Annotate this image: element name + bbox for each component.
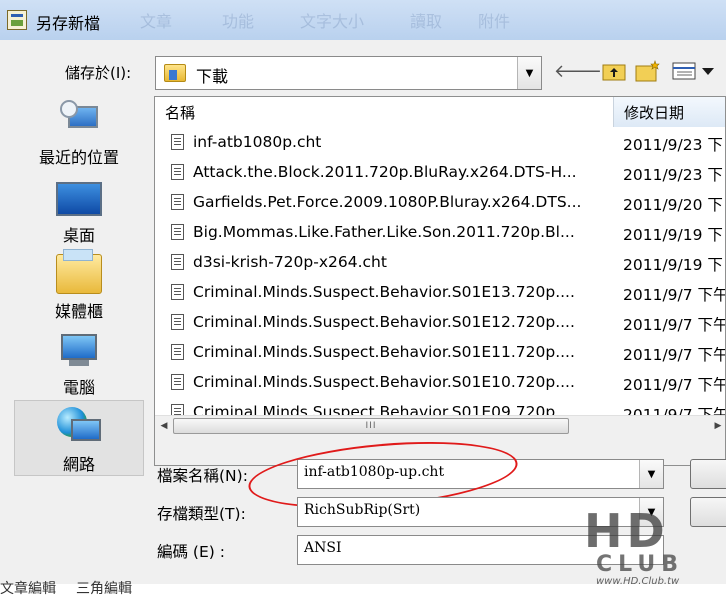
file-row[interactable]: Criminal.Minds.Suspect.Behavior.S01E13.7…: [155, 277, 726, 307]
background-tab: 文章編輯: [0, 581, 56, 595]
file-name: d3si-krish-720p-x264.cht: [193, 253, 387, 271]
new-folder-icon[interactable]: [634, 60, 662, 82]
save-in-value: 下載: [196, 67, 229, 86]
file-name: inf-atb1080p.cht: [193, 133, 322, 151]
file-row[interactable]: inf-atb1080p.cht 2011/9/23 下: [155, 127, 725, 157]
chevron-down-icon[interactable]: ▼: [639, 460, 663, 488]
file-name: Big.Mommas.Like.Father.Like.Son.2011.720…: [193, 223, 575, 241]
file-icon: [171, 404, 184, 415]
file-icon: [171, 314, 184, 330]
place-label: 網路: [62, 455, 95, 474]
file-name: Criminal.Minds.Suspect.Behavior.S01E12.7…: [193, 313, 575, 331]
place-network[interactable]: 網路: [14, 400, 144, 476]
hdclub-watermark: HD CLUB www.HD.Club.tw: [582, 504, 726, 590]
file-name: Attack.the.Block.2011.720p.BluRay.x264.D…: [193, 163, 577, 181]
background-tab: 三角編輯: [76, 581, 132, 595]
file-date: 2011/9/20 下: [623, 196, 723, 214]
computer-icon: [59, 334, 99, 368]
place-desktop[interactable]: 桌面: [14, 172, 144, 248]
file-date: 2011/9/19 下: [623, 256, 723, 274]
save-in-dropdown[interactable]: 下載 ▼: [155, 56, 542, 90]
file-icon: [171, 284, 184, 300]
filetype-label: 存檔類型(T):: [157, 505, 246, 523]
encoding-value: ANSI: [304, 540, 342, 556]
filename-label: 檔案名稱(N):: [157, 467, 248, 485]
file-icon: [171, 254, 184, 270]
file-row[interactable]: Criminal.Minds.Suspect.Behavior.S01E11.7…: [155, 337, 726, 367]
scroll-left-icon[interactable]: ◀: [155, 416, 173, 436]
chevron-down-icon[interactable]: ▼: [517, 57, 541, 89]
file-row[interactable]: Garfields.Pet.Force.2009.1080P.Bluray.x2…: [155, 187, 725, 217]
up-folder-icon[interactable]: [600, 60, 628, 82]
file-row[interactable]: Criminal.Minds.Suspect.Behavior.S01E12.7…: [155, 307, 726, 337]
desktop-icon: [56, 182, 102, 216]
column-header-date[interactable]: 修改日期: [613, 97, 725, 127]
file-icon: [171, 164, 184, 180]
file-date: 2011/9/23 下: [623, 166, 723, 184]
scrollbar-thumb[interactable]: III: [173, 418, 569, 434]
file-icon: [171, 344, 184, 360]
file-icon: [171, 374, 184, 390]
filetype-value: RichSubRip(Srt): [304, 502, 421, 518]
file-date: 2011/9/7 下午: [623, 406, 726, 415]
background-menu-text: 文章: [140, 12, 173, 31]
file-date: 2011/9/7 下午: [623, 376, 726, 394]
watermark-hd-text: HD: [584, 504, 669, 558]
file-icon: [171, 194, 184, 210]
window-title: 另存新檔: [36, 14, 101, 33]
libraries-icon: [56, 249, 102, 294]
file-row[interactable]: d3si-krish-720p-x264.cht 2011/9/19 下: [155, 247, 725, 277]
file-name: Criminal.Minds.Suspect.Behavior.S01E11.7…: [193, 343, 575, 361]
view-menu-icon[interactable]: [670, 60, 718, 82]
place-recent[interactable]: 最近的位置: [14, 92, 144, 168]
file-row[interactable]: Criminal.Minds.Suspect.Behavior.S01E09.7…: [155, 397, 726, 415]
place-label: 媒體櫃: [54, 302, 103, 321]
file-name: Garfields.Pet.Force.2009.1080P.Bluray.x2…: [193, 193, 582, 211]
watermark-club-text: CLUB: [596, 552, 685, 577]
file-date: 2011/9/7 下午: [623, 346, 726, 364]
place-label: 最近的位置: [38, 148, 119, 167]
horizontal-scrollbar[interactable]: ◀ III ▶: [155, 415, 725, 436]
save-in-label: 儲存於(I):: [65, 64, 132, 82]
background-menu-text: 功能: [222, 12, 255, 31]
recent-places-icon: [60, 100, 98, 134]
file-list[interactable]: 名稱 修改日期 inf-atb1080p.cht 2011/9/23 下 Atta…: [154, 96, 726, 466]
file-date: 2011/9/7 下午: [623, 316, 726, 334]
title-bar[interactable]: 另存新檔 文章 功能 文字大小 讀取 附件: [0, 0, 726, 40]
scroll-right-icon[interactable]: ▶: [709, 416, 725, 436]
watermark-url: www.HD.Club.tw: [596, 576, 680, 587]
save-button[interactable]: [690, 459, 726, 489]
file-name: Criminal.Minds.Suspect.Behavior.S01E10.7…: [193, 373, 575, 391]
place-label: 桌面: [62, 226, 95, 245]
place-label: 電腦: [62, 378, 95, 397]
file-icon: [171, 224, 184, 240]
file-name: Criminal.Minds.Suspect.Behavior.S01E13.7…: [193, 283, 575, 301]
file-name: Criminal.Minds.Suspect.Behavior.S01E09.7…: [193, 403, 575, 415]
encoding-label: 編碼 (E) :: [157, 543, 225, 561]
place-computer[interactable]: 電腦: [14, 326, 144, 402]
file-rows: inf-atb1080p.cht 2011/9/23 下 Attack.the.B…: [155, 127, 726, 415]
file-date: 2011/9/23 下: [623, 136, 723, 154]
place-libraries[interactable]: 媒體櫃: [14, 249, 144, 326]
file-row[interactable]: Criminal.Minds.Suspect.Behavior.S01E10.7…: [155, 367, 726, 397]
file-row[interactable]: Attack.the.Block.2011.720p.BluRay.x264.D…: [155, 157, 725, 187]
column-header-name[interactable]: 名稱: [155, 97, 613, 127]
app-icon: [7, 10, 27, 30]
background-menu-text: 讀取: [410, 12, 443, 31]
file-row[interactable]: Big.Mommas.Like.Father.Like.Son.2011.720…: [155, 217, 725, 247]
file-date: 2011/9/19 下: [623, 226, 723, 244]
file-date: 2011/9/7 下午: [623, 286, 726, 304]
file-icon: [171, 134, 184, 150]
back-arrow-icon[interactable]: 🡐: [554, 60, 602, 82]
folder-icon: [164, 64, 186, 82]
background-menu-text: 附件: [478, 12, 511, 31]
network-icon: [57, 407, 101, 447]
background-menu-text: 文字大小: [300, 12, 365, 31]
